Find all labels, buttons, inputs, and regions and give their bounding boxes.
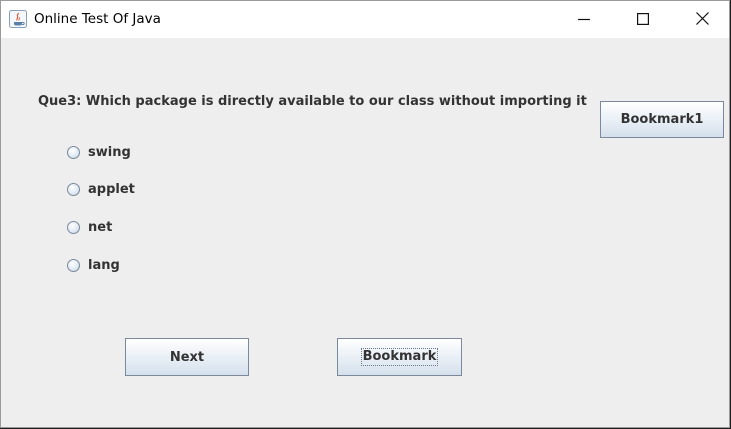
question-text: Que3: Which package is directly availabl… xyxy=(38,94,587,109)
option-label[interactable]: lang xyxy=(88,258,120,273)
bookmark1-button-label: Bookmark1 xyxy=(620,112,704,127)
close-icon xyxy=(695,10,709,29)
app-window: Online Test Of Java Que3: Which package … xyxy=(0,0,730,428)
minimize-button[interactable] xyxy=(561,1,607,38)
bookmark-button[interactable]: Bookmark xyxy=(337,338,462,376)
close-button[interactable] xyxy=(679,1,725,38)
option-label[interactable]: swing xyxy=(88,145,131,160)
option-net[interactable]: net xyxy=(67,217,112,237)
bookmark1-button[interactable]: Bookmark1 xyxy=(600,101,724,138)
title-bar[interactable]: Online Test Of Java xyxy=(1,1,729,38)
minimize-icon xyxy=(578,10,590,29)
next-button-label: Next xyxy=(169,349,205,365)
bookmark-button-label: Bookmark xyxy=(360,348,439,366)
option-label[interactable]: net xyxy=(88,220,112,235)
option-lang[interactable]: lang xyxy=(67,255,120,275)
option-applet[interactable]: applet xyxy=(67,179,135,199)
radio-button[interactable] xyxy=(67,145,80,159)
java-app-icon xyxy=(9,10,27,28)
maximize-icon xyxy=(637,10,650,29)
window-title: Online Test Of Java xyxy=(34,11,161,27)
option-swing[interactable]: swing xyxy=(67,142,131,162)
option-label[interactable]: applet xyxy=(88,182,135,197)
radio-button[interactable] xyxy=(67,220,80,234)
next-button[interactable]: Next xyxy=(125,338,249,376)
radio-button[interactable] xyxy=(67,182,80,196)
radio-button[interactable] xyxy=(67,258,80,272)
maximize-button[interactable] xyxy=(620,1,666,38)
